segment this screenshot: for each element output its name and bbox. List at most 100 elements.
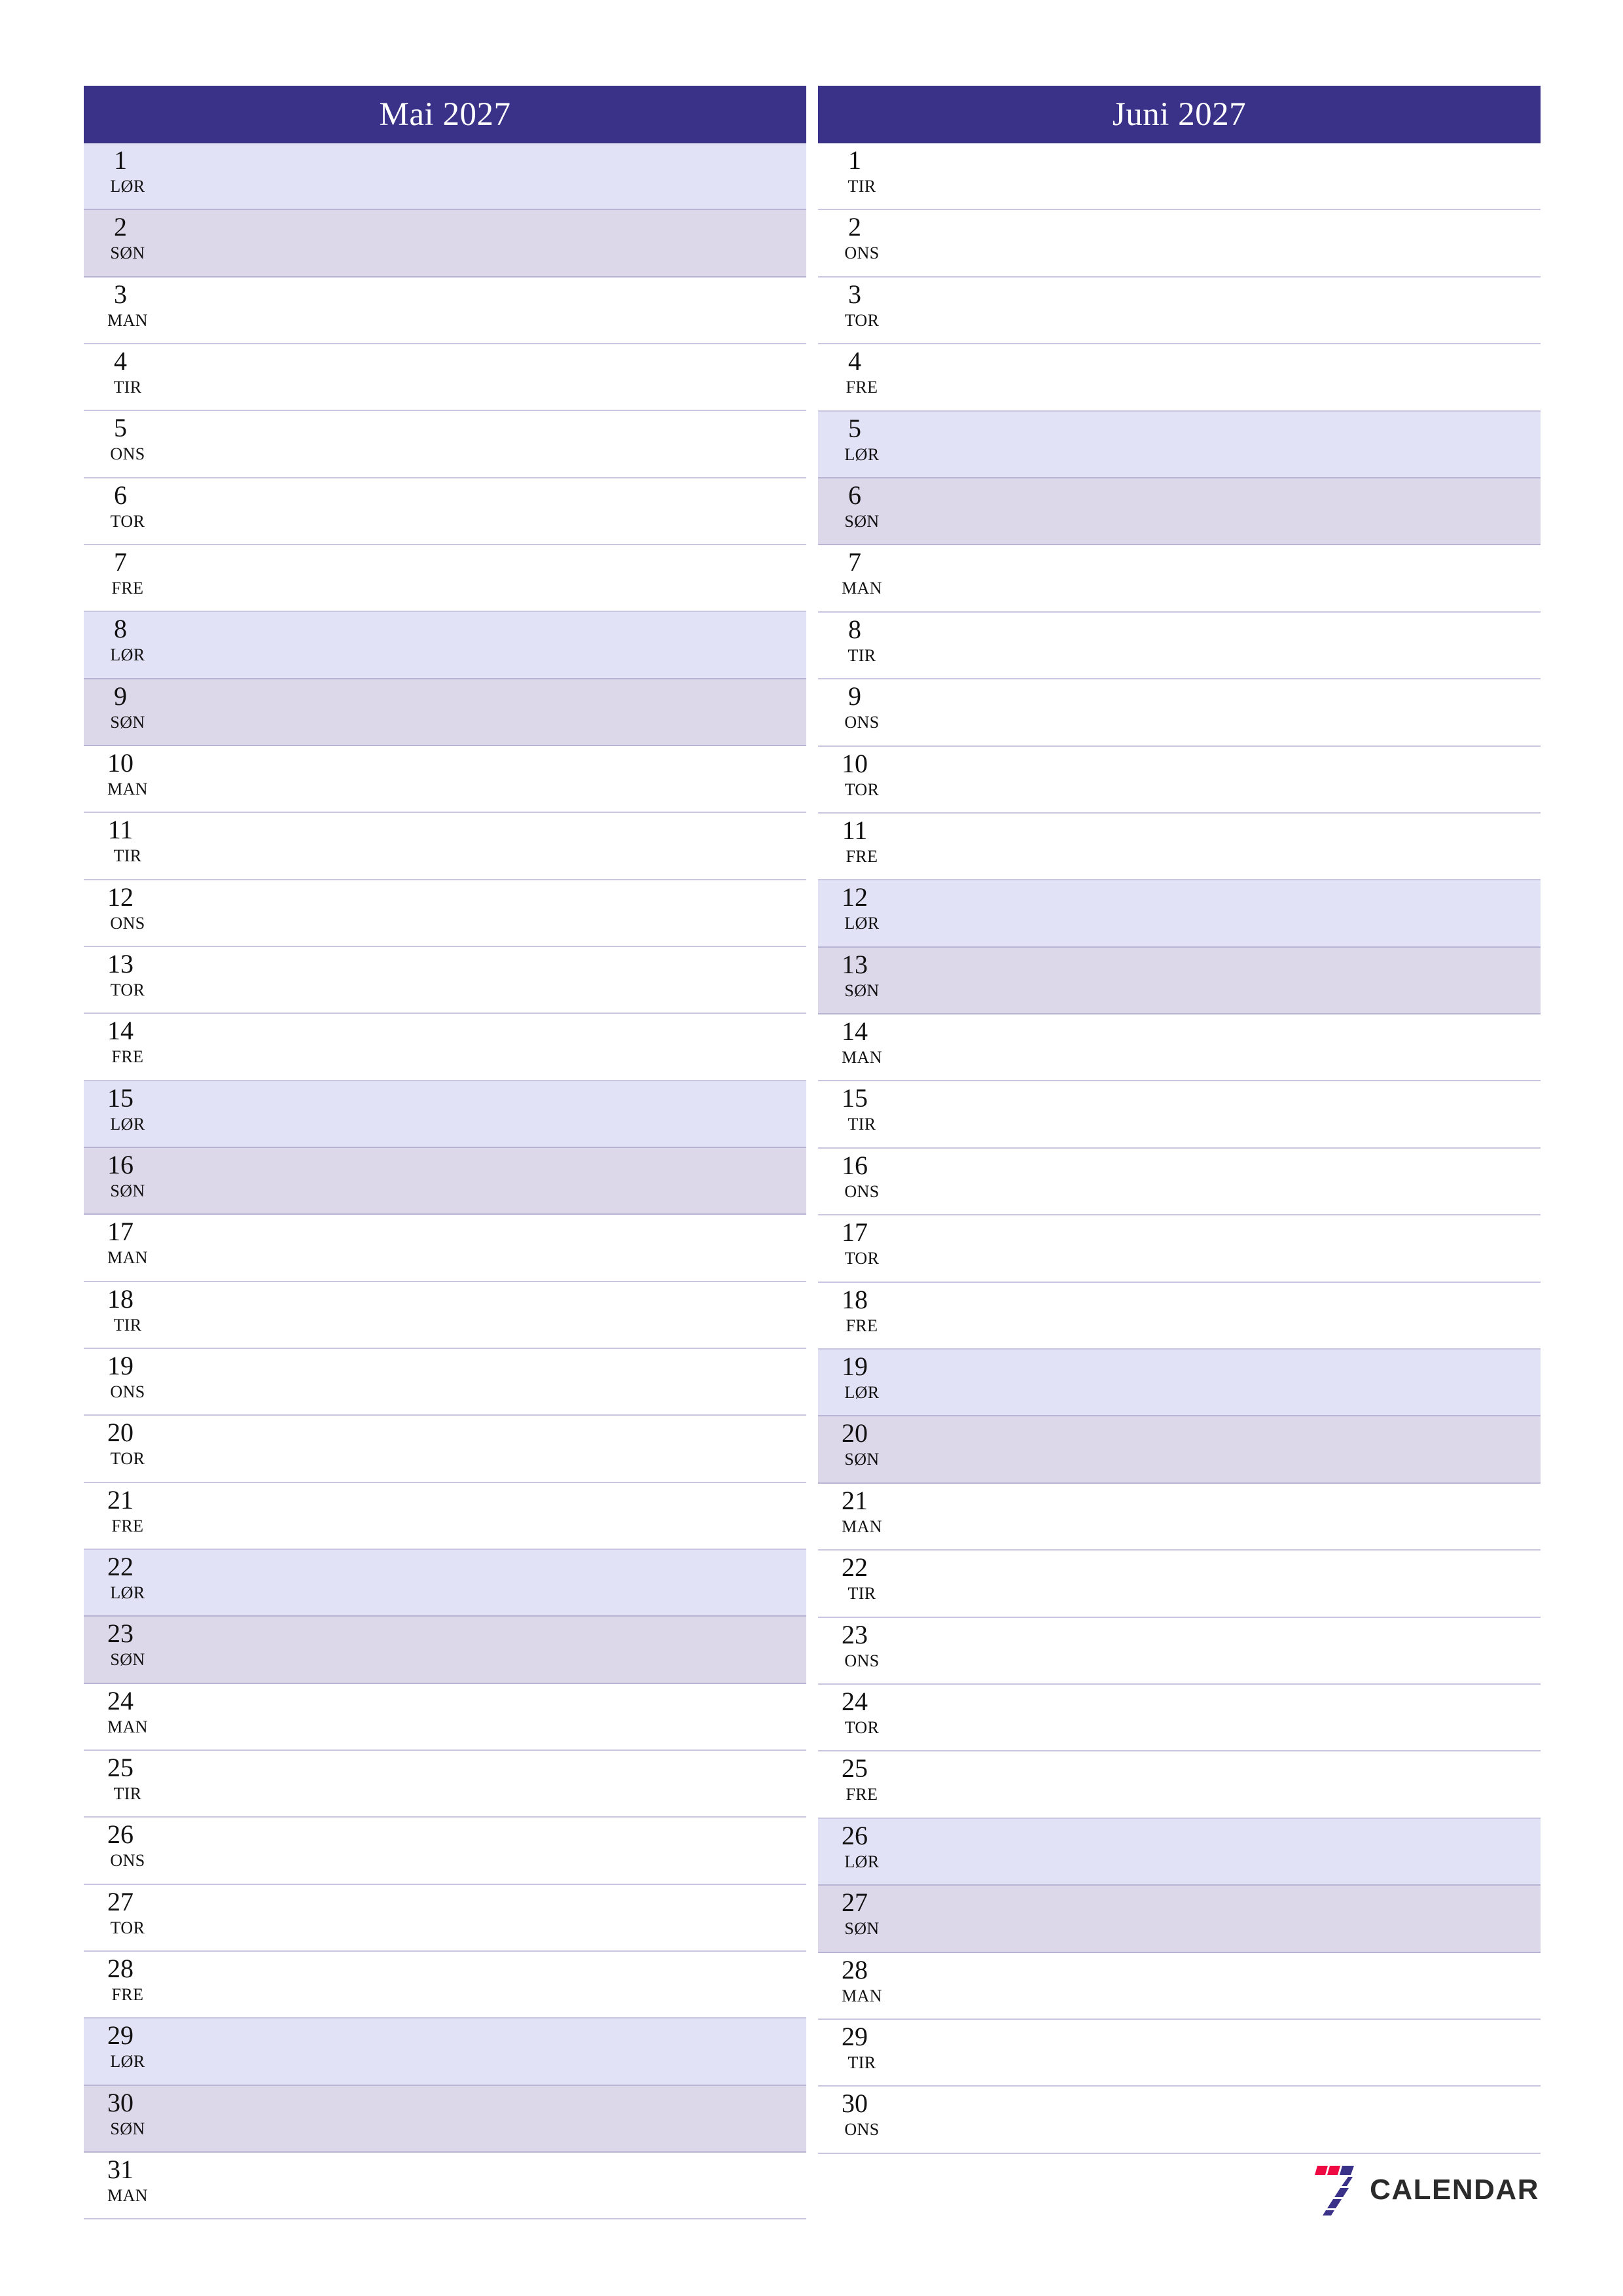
day-number: 24 [107,1685,134,1715]
day-weekday-label: TIR [847,1115,876,1134]
day-row[interactable]: 11 TIR [84,813,806,880]
day-row[interactable]: 17 MAN [84,1215,806,1282]
day-row[interactable]: 30 SØN [84,2085,806,2153]
day-row[interactable]: 29 TIR [818,2019,1541,2087]
day-weekday-label: ONS [110,913,145,933]
day-number: 1 [848,145,861,175]
day-row[interactable]: 29 LØR [84,2018,806,2086]
day-row[interactable]: 24 TOR [818,1684,1541,1752]
day-row[interactable]: 4 TIR [84,344,806,412]
day-row[interactable]: 18 FRE [818,1282,1541,1350]
day-row[interactable]: 19 LØR [818,1350,1541,1417]
day-row[interactable]: 16 SØN [84,1147,806,1215]
day-rows-may: 1 LØR 2 SØN 3 MAN 4 TIR 5 ONS 6 TOR 7 FRE 8 LØR 9 SØN 10 MA… [84,143,806,2220]
day-weekday-label: FRE [111,1984,144,2004]
day-weekday-label: MAN [107,2185,148,2205]
seven-logo-icon [1311,2164,1358,2215]
day-weekday-label: FRE [111,1516,144,1535]
day-row[interactable]: 13 TOR [84,946,806,1014]
day-row[interactable]: 23 SØN [84,1617,806,1684]
day-row[interactable]: 9 SØN [84,679,806,746]
day-row[interactable]: 10 TOR [818,746,1541,814]
day-number: 26 [107,1820,134,1850]
day-row[interactable]: 15 TIR [818,1081,1541,1149]
day-weekday-label: FRE [846,378,878,397]
day-row[interactable]: 25 TIR [84,1750,806,1818]
day-number: 28 [842,1954,868,1984]
day-row[interactable]: 26 LØR [818,1818,1541,1886]
day-row[interactable]: 4 FRE [818,344,1541,412]
day-weekday-label: TIR [113,377,142,397]
day-row[interactable]: 8 TIR [818,612,1541,680]
day-number: 30 [107,2087,134,2117]
day-number: 11 [107,815,134,845]
day-row[interactable]: 25 FRE [818,1751,1541,1819]
day-row[interactable]: 18 TIR [84,1282,806,1349]
day-weekday-label: MAN [107,1717,148,1736]
day-row[interactable]: 23 ONS [818,1617,1541,1685]
day-number: 3 [848,279,861,309]
day-weekday-label: SØN [110,2119,145,2138]
day-row[interactable]: 1 LØR [84,143,806,211]
day-weekday-label: TOR [110,511,145,531]
day-row[interactable]: 5 LØR [818,411,1541,478]
day-row[interactable]: 15 LØR [84,1081,806,1148]
day-row[interactable]: 3 TOR [818,277,1541,345]
day-row[interactable]: 26 ONS [84,1818,806,1885]
day-row[interactable]: 8 LØR [84,612,806,679]
day-row[interactable]: 7 MAN [818,545,1541,613]
day-row[interactable]: 28 FRE [84,1951,806,2019]
day-row[interactable]: 6 TOR [84,478,806,545]
day-row[interactable]: 3 MAN [84,277,806,344]
day-row[interactable]: 19 ONS [84,1348,806,1416]
day-row[interactable]: 1 TIR [818,143,1541,211]
day-row[interactable]: 20 SØN [818,1416,1541,1484]
day-row[interactable]: 7 FRE [84,545,806,613]
day-weekday-label: SØN [844,511,880,531]
day-row[interactable]: 9 ONS [818,679,1541,747]
day-row[interactable]: 27 SØN [818,1886,1541,1953]
day-row[interactable]: 20 TOR [84,1416,806,1483]
day-row[interactable]: 16 ONS [818,1148,1541,1216]
day-weekday-label: ONS [844,1651,880,1670]
day-number: 29 [107,2020,134,2051]
day-row[interactable]: 27 TOR [84,1884,806,1952]
day-weekday-label: TIR [113,1315,142,1335]
day-number: 21 [842,1485,868,1515]
month-column-may: Mai 2027 1 LØR 2 SØN 3 MAN 4 TIR 5 ONS 6 TOR 7 FRE 8 LØR… [84,86,806,2220]
day-row[interactable]: 24 MAN [84,1683,806,1751]
day-row[interactable]: 10 MAN [84,745,806,814]
day-number: 20 [842,1418,868,1448]
day-row[interactable]: 31 MAN [84,2152,806,2220]
day-row[interactable]: 21 MAN [818,1483,1541,1551]
day-number: 4 [114,346,127,376]
day-row[interactable]: 6 SØN [818,478,1541,546]
planner-page: Mai 2027 1 LØR 2 SØN 3 MAN 4 TIR 5 ONS 6 TOR 7 FRE 8 LØR… [0,0,1623,2296]
day-number: 21 [107,1484,134,1515]
day-row[interactable]: 11 FRE [818,813,1541,881]
day-weekday-label: ONS [844,713,880,732]
day-weekday-label: SØN [110,243,145,263]
day-weekday-label: TIR [847,645,876,665]
day-number: 2 [848,212,861,242]
day-row[interactable]: 2 SØN [84,210,806,278]
day-row[interactable]: 14 FRE [84,1014,806,1081]
day-row[interactable]: 12 LØR [818,880,1541,948]
day-row[interactable]: 30 ONS [818,2087,1541,2154]
day-weekday-label: ONS [844,243,880,263]
day-row[interactable]: 2 ONS [818,210,1541,278]
day-row[interactable]: 17 TOR [818,1215,1541,1283]
day-row[interactable]: 5 ONS [84,411,806,478]
day-row[interactable]: 13 SØN [818,947,1541,1015]
day-row[interactable]: 22 TIR [818,1551,1541,1618]
day-number: 17 [107,1217,134,1247]
day-row[interactable]: 12 ONS [84,880,806,947]
day-weekday-label: MAN [842,1048,882,1067]
day-weekday-label: ONS [110,1382,145,1401]
day-row[interactable]: 21 FRE [84,1482,806,1550]
day-number: 5 [848,413,861,443]
brand-logo: CALENDAR [1311,2164,1539,2215]
day-row[interactable]: 14 MAN [818,1014,1541,1082]
day-row[interactable]: 22 LØR [84,1549,806,1617]
day-row[interactable]: 28 MAN [818,1952,1541,2020]
